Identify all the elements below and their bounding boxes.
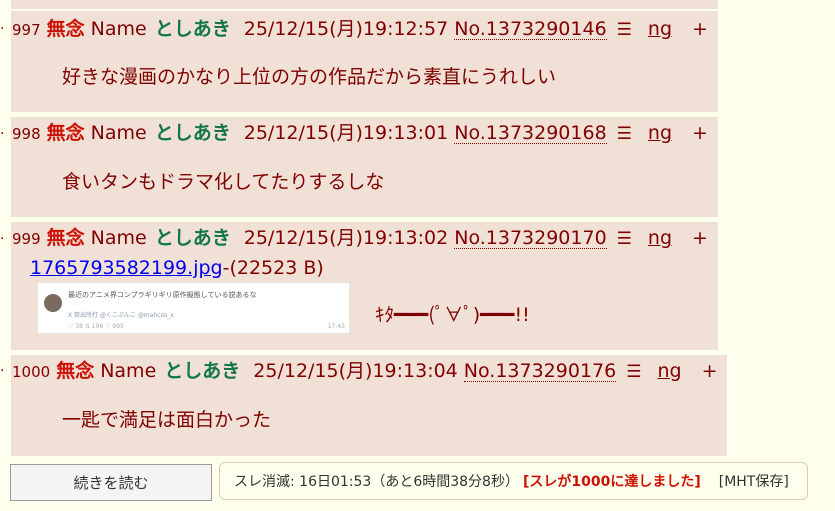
- post-header: 1000 無念 Name としあき 25/12/15(月)19:13:04 No…: [12, 362, 718, 382]
- post-bullet: ·: [0, 21, 5, 37]
- ng-link[interactable]: ng: [648, 229, 672, 248]
- list-icon[interactable]: ☰: [617, 22, 632, 39]
- post-bullet: ·: [0, 231, 5, 247]
- post-author: としあき: [154, 122, 231, 144]
- post-body: 好きな漫画のかなり上位の方の作品だから素直にうれしい: [62, 66, 557, 88]
- post-no-link[interactable]: No.1373290170: [454, 229, 607, 249]
- post-subject: 無念: [56, 360, 95, 382]
- thumbnail-user: X 筒出所打 @くこぷんこ @mahcos_x: [68, 312, 174, 319]
- post-no-link[interactable]: No.1373290176: [463, 362, 617, 382]
- plus-button[interactable]: +: [692, 20, 708, 39]
- plus-button[interactable]: +: [702, 362, 718, 381]
- post-body: 一匙で満足は面白かった: [62, 409, 272, 431]
- file-size: -(22523 B): [222, 257, 324, 279]
- list-icon[interactable]: ☰: [617, 231, 632, 248]
- post-header: 999 無念 Name としあき 25/12/15(月)19:13:02 No.…: [12, 229, 708, 249]
- image-thumbnail[interactable]: 最近のアニメ界コンプラギリギリ原作擬態している説あるな X 筒出所打 @くこぷん…: [37, 282, 350, 334]
- post-subject: 無念: [46, 18, 85, 40]
- post-no-link[interactable]: No.1373290146: [454, 20, 607, 40]
- post-author: としあき: [154, 18, 231, 40]
- thumbnail-time: 17:43: [327, 323, 345, 330]
- post-author: としあき: [164, 360, 241, 382]
- post-subject: 無念: [46, 227, 85, 249]
- name-label: Name: [100, 360, 157, 382]
- post-number: 1000: [12, 363, 51, 381]
- post-date: 25/12/15(月)19:13:02: [243, 227, 449, 249]
- post-author: としあき: [154, 227, 231, 249]
- plus-button[interactable]: +: [692, 124, 708, 143]
- file-link[interactable]: 1765793582199.jpg: [30, 257, 223, 279]
- post-no-link[interactable]: No.1373290168: [454, 124, 607, 144]
- mht-save-link[interactable]: [MHT保存]: [719, 471, 789, 491]
- post-date: 25/12/15(月)19:12:57: [243, 18, 449, 40]
- post-bullet: ·: [0, 363, 5, 379]
- post-body: 食いタンもドラマ化してたりするしな: [62, 171, 385, 193]
- avatar: [44, 294, 62, 312]
- post-date: 25/12/15(月)19:13:04: [253, 360, 458, 382]
- ng-link[interactable]: ng: [657, 362, 681, 381]
- continue-reading-button[interactable]: 続きを読む: [10, 464, 212, 501]
- plus-button[interactable]: +: [692, 229, 708, 248]
- file-info: 1765793582199.jpg-(22523 B): [30, 259, 324, 278]
- post-subject: 無念: [46, 122, 85, 144]
- thumbnail-text: 最近のアニメ界コンプラギリギリ原作擬態している説あるな: [68, 291, 257, 299]
- post-number: 998: [12, 125, 41, 143]
- name-label: Name: [90, 18, 147, 40]
- post-header: 997 無念 Name としあき 25/12/15(月)19:12:57 No.…: [12, 20, 708, 40]
- post-number: 999: [12, 230, 41, 248]
- thread-expiry-text: スレ消滅: 16日01:53（あと6時間38分8秒）: [234, 474, 519, 490]
- post-body: ｷﾀ━━━(ﾟ∀ﾟ)━━━!!: [375, 304, 530, 326]
- name-label: Name: [90, 122, 147, 144]
- name-label: Name: [90, 227, 147, 249]
- thumbnail-stats: ♡ 38 ⇅ 196 ♡ 995: [68, 323, 124, 330]
- list-icon[interactable]: ☰: [617, 126, 632, 143]
- thread-status-bar: スレ消滅: 16日01:53（あと6時間38分8秒） [スレが1000に達しまし…: [219, 462, 808, 500]
- post-number: 997: [12, 21, 41, 39]
- post-date: 25/12/15(月)19:13:01: [243, 122, 449, 144]
- ng-link[interactable]: ng: [648, 124, 672, 143]
- post-header: 998 無念 Name としあき 25/12/15(月)19:13:01 No.…: [12, 124, 708, 144]
- list-icon[interactable]: ☰: [626, 364, 641, 381]
- thread-full-notice: [スレが1000に達しました]: [522, 474, 701, 490]
- previous-post-edge: [11, 0, 718, 9]
- ng-link[interactable]: ng: [648, 20, 672, 39]
- post-bullet: ·: [0, 126, 5, 142]
